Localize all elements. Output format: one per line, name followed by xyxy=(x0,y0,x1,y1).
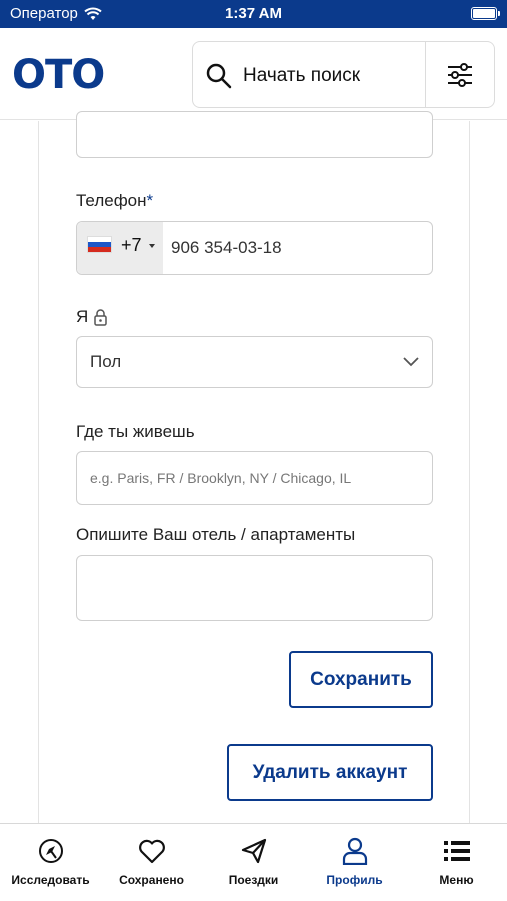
tab-trips-label: Поездки xyxy=(228,873,279,887)
tab-explore[interactable]: Исследовать xyxy=(0,824,101,901)
tab-bar: Исследовать Сохранено Поездки Профиль Ме… xyxy=(0,823,507,900)
russia-flag-icon xyxy=(87,236,112,253)
phone-label: Телефон* xyxy=(76,191,154,210)
required-mark: * xyxy=(146,191,154,210)
search-bar[interactable]: Начать поиск xyxy=(192,41,495,108)
chevron-down-icon xyxy=(403,357,419,367)
search-icon xyxy=(206,63,232,89)
caret-down-icon xyxy=(149,244,155,248)
save-button[interactable]: Сохранить xyxy=(289,651,433,708)
country-selector[interactable]: +7 xyxy=(77,222,163,274)
heart-icon xyxy=(138,839,165,864)
gender-label: Я xyxy=(76,307,108,327)
phone-field[interactable]: +7 906 354-03-18 xyxy=(76,221,433,275)
paper-plane-icon xyxy=(241,838,266,864)
location-placeholder: e.g. Paris, FR / Brooklyn, NY / Chicago,… xyxy=(90,470,352,486)
phone-value: 906 354-03-18 xyxy=(171,238,282,257)
tab-menu-label: Меню xyxy=(439,873,474,887)
gender-select[interactable]: Пол xyxy=(76,336,433,388)
explore-icon xyxy=(38,839,63,863)
description-textarea[interactable] xyxy=(76,555,433,621)
tab-profile-label: Профиль xyxy=(326,873,383,887)
tab-explore-label: Исследовать xyxy=(11,873,90,887)
search-label: Начать поиск xyxy=(243,65,361,86)
status-bar: Оператор 1:37 AM xyxy=(0,0,507,28)
menu-icon xyxy=(443,841,470,861)
profile-icon xyxy=(342,837,367,865)
status-time: 1:37 AM xyxy=(225,5,282,22)
lock-icon xyxy=(94,308,108,326)
battery-icon xyxy=(471,7,500,20)
tab-saved[interactable]: Сохранено xyxy=(101,824,202,901)
logo[interactable]: OTO xyxy=(12,52,105,98)
tab-menu[interactable]: Меню xyxy=(406,824,507,901)
country-code: +7 xyxy=(121,235,142,255)
tab-saved-label: Сохранено xyxy=(119,873,184,887)
filter-button[interactable] xyxy=(425,42,494,107)
tab-trips[interactable]: Поездки xyxy=(203,824,304,901)
app-header: OTO Начать поиск xyxy=(0,28,507,120)
description-label: Опишите Ваш отель / апартаменты xyxy=(76,525,356,544)
location-input[interactable]: e.g. Paris, FR / Brooklyn, NY / Chicago,… xyxy=(76,451,433,505)
tab-profile[interactable]: Профиль xyxy=(304,824,405,901)
profile-form: Телефон* +7 906 354-03-18 Я Пол Где ты ж… xyxy=(38,111,470,823)
previous-field[interactable] xyxy=(76,111,433,158)
delete-account-button[interactable]: Удалить аккаунт xyxy=(227,744,433,801)
gender-value: Пол xyxy=(90,352,122,371)
location-label: Где ты живешь xyxy=(76,422,195,441)
sliders-icon xyxy=(448,62,472,87)
